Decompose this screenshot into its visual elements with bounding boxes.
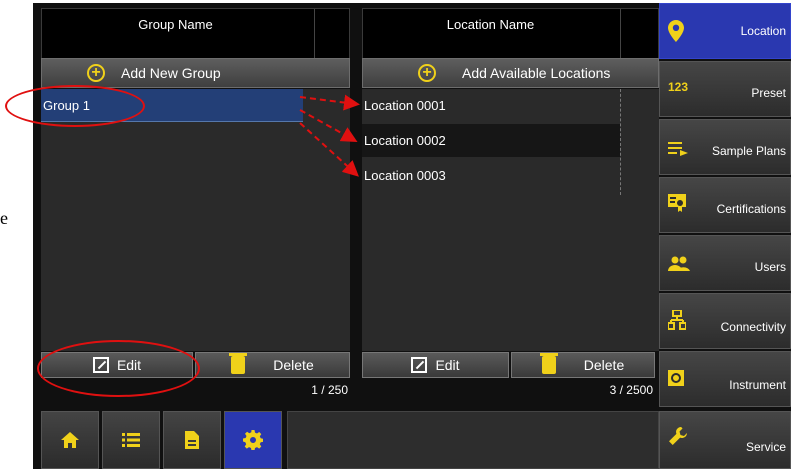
annotation-arrows <box>299 94 360 177</box>
annotation-arrow-2 <box>299 109 358 142</box>
annotation-arrow-1 <box>299 94 360 111</box>
annotation-arrow-3 <box>299 122 359 177</box>
